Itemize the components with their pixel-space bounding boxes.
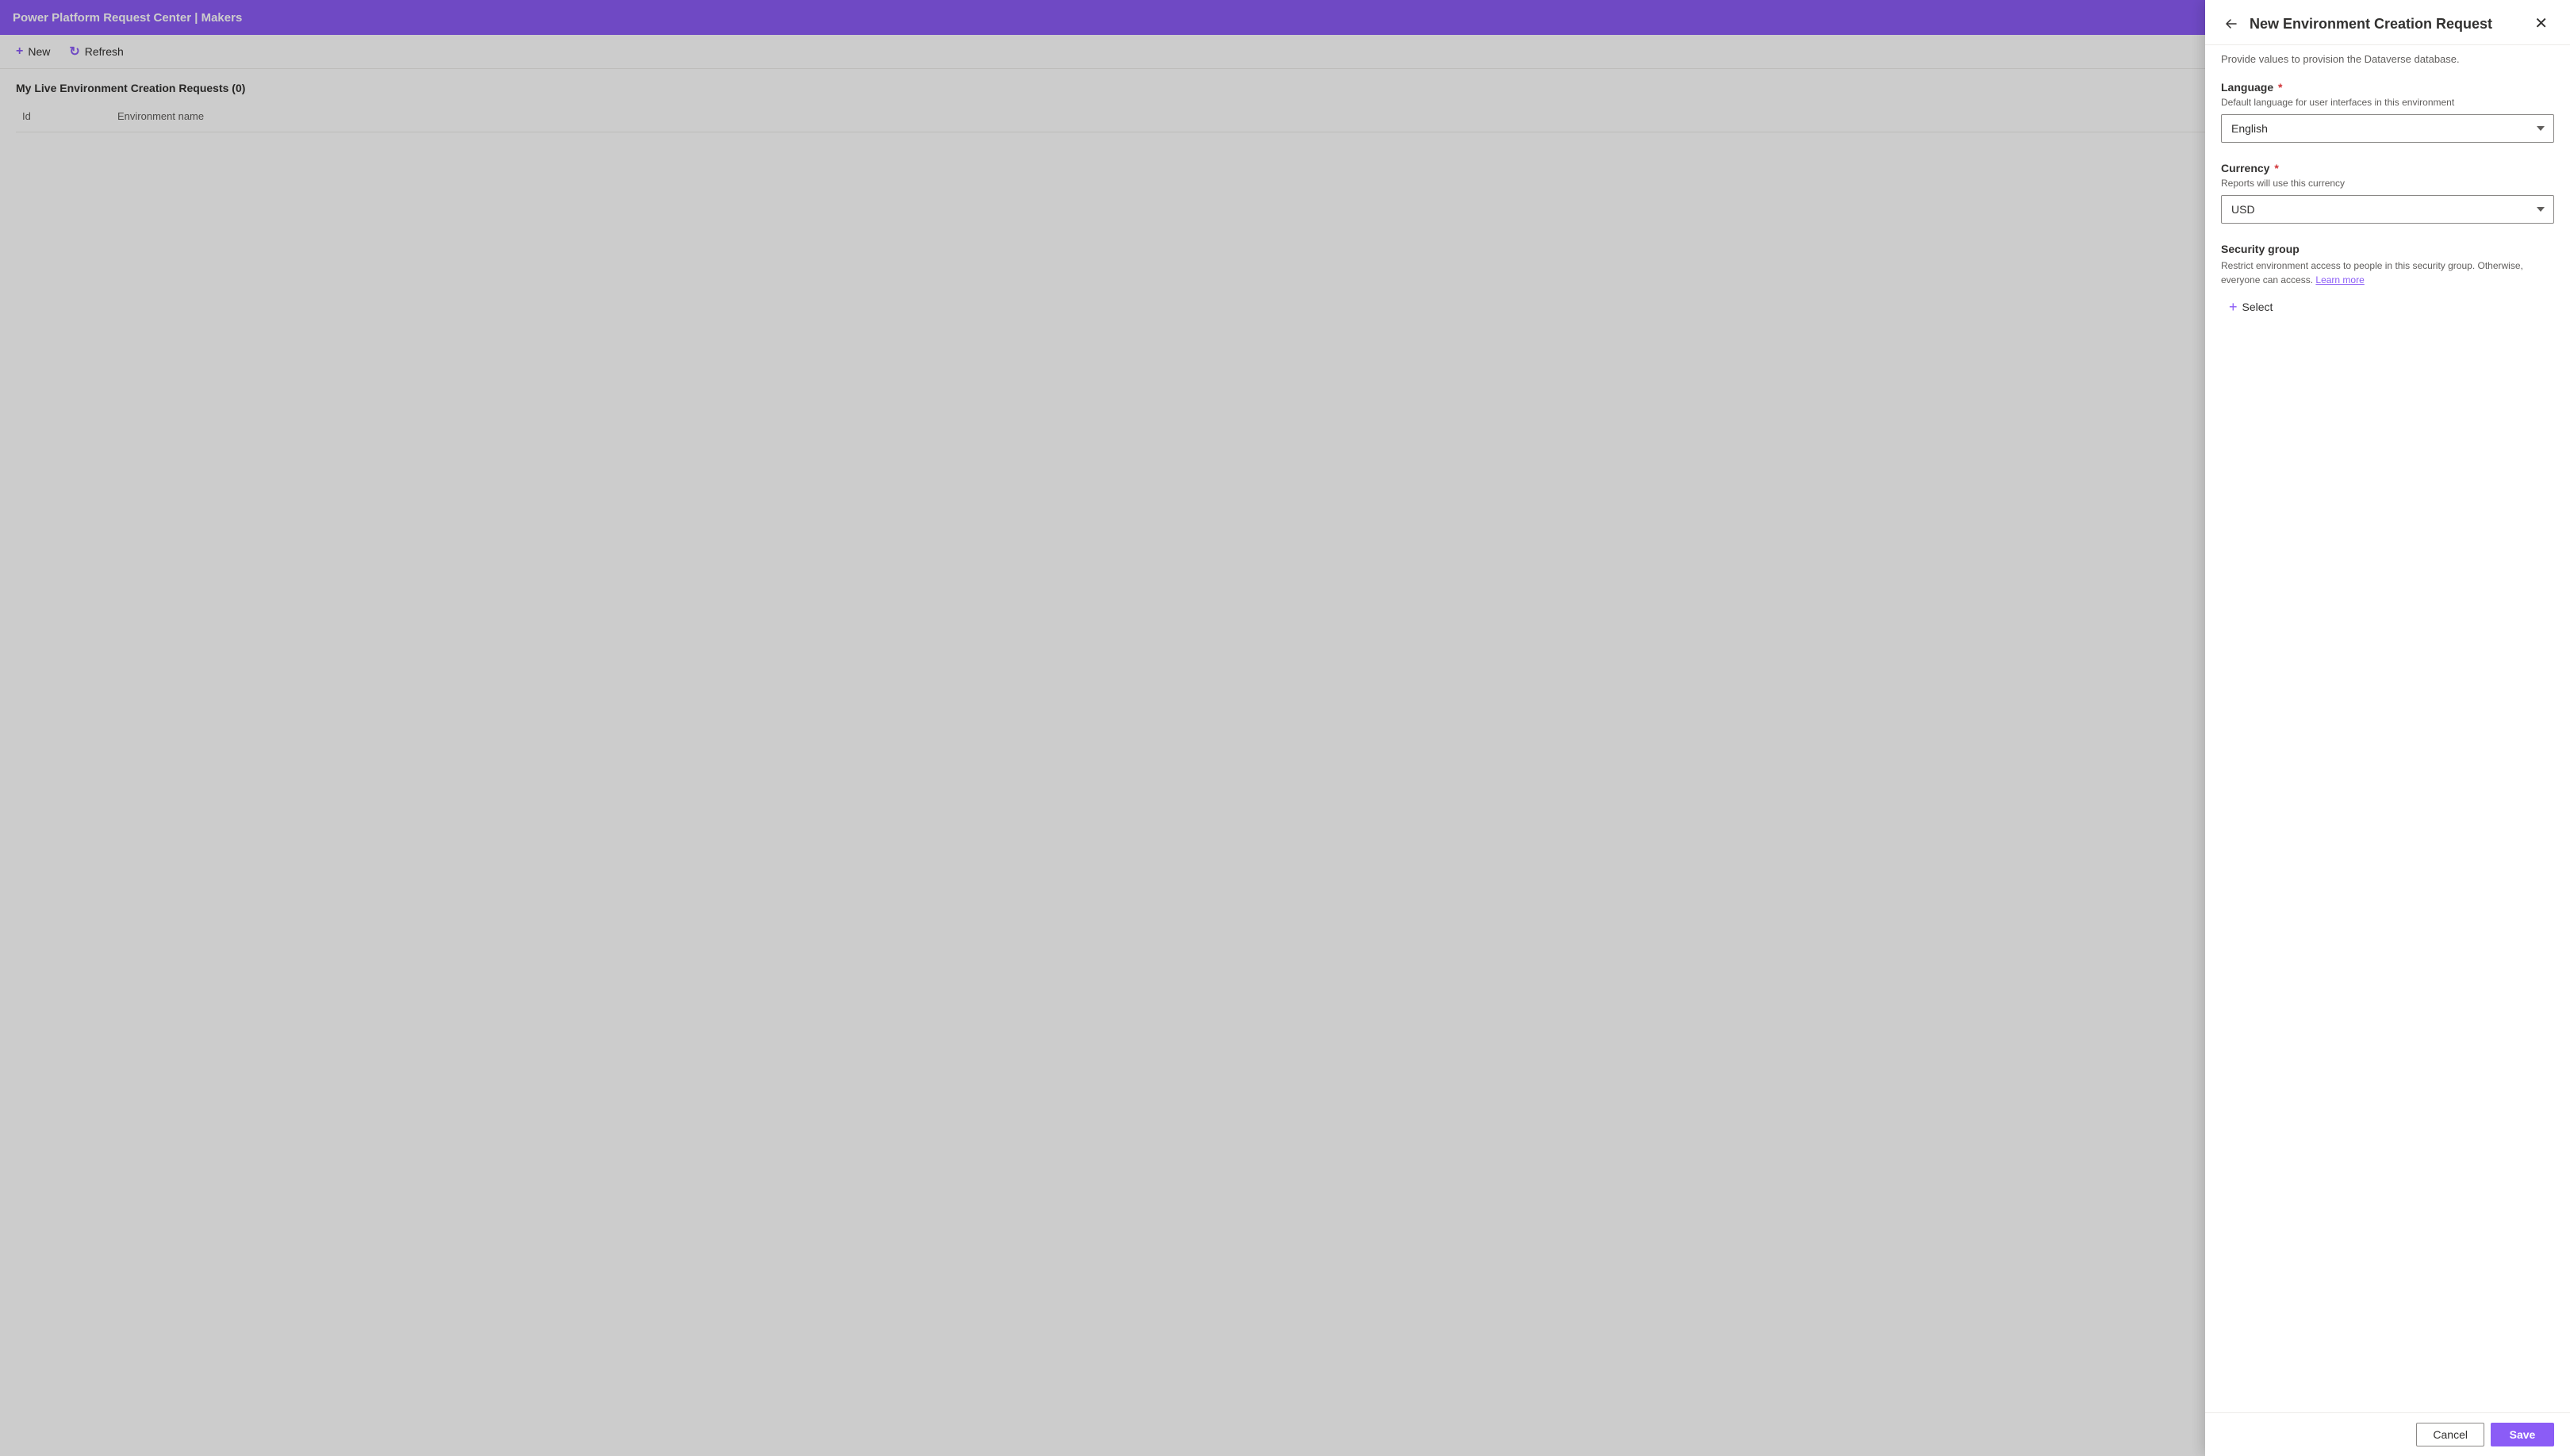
- security-group-select-button[interactable]: + Select: [2221, 295, 2280, 319]
- security-group-description: Restrict environment access to people in…: [2221, 259, 2554, 287]
- currency-select-wrapper: USD EUR GBP JPY CAD: [2221, 195, 2554, 224]
- panel-header-left: New Environment Creation Request: [2221, 13, 2492, 34]
- language-select[interactable]: English French German Spanish Japanese: [2221, 114, 2554, 143]
- panel-header: New Environment Creation Request ✕: [2205, 0, 2570, 45]
- language-label: Language *: [2221, 81, 2554, 94]
- currency-field: Currency * Reports will use this currenc…: [2221, 162, 2554, 224]
- currency-select[interactable]: USD EUR GBP JPY CAD: [2221, 195, 2554, 224]
- security-select-label: Select: [2242, 301, 2273, 313]
- security-group-label: Security group: [2221, 243, 2554, 255]
- panel-back-button[interactable]: [2221, 13, 2242, 34]
- panel-overlay: [0, 0, 2570, 1456]
- panel-body: Language * Default language for user int…: [2205, 65, 2570, 1412]
- currency-description: Reports will use this currency: [2221, 178, 2554, 189]
- language-select-wrapper: English French German Spanish Japanese: [2221, 114, 2554, 143]
- panel-subtitle: Provide values to provision the Datavers…: [2205, 45, 2570, 65]
- security-group-field: Security group Restrict environment acce…: [2221, 243, 2554, 319]
- panel-footer: Cancel Save: [2205, 1412, 2570, 1456]
- panel: New Environment Creation Request ✕ Provi…: [2205, 0, 2570, 1456]
- language-required: *: [2275, 81, 2282, 94]
- save-button[interactable]: Save: [2491, 1423, 2554, 1446]
- panel-title: New Environment Creation Request: [2250, 16, 2492, 33]
- security-plus-icon: +: [2229, 300, 2238, 314]
- currency-required: *: [2271, 162, 2278, 174]
- cancel-button[interactable]: Cancel: [2416, 1423, 2484, 1446]
- language-description: Default language for user interfaces in …: [2221, 97, 2554, 108]
- learn-more-link[interactable]: Learn more: [2315, 274, 2364, 285]
- panel-close-button[interactable]: ✕: [2528, 13, 2554, 35]
- back-arrow-icon: [2224, 17, 2238, 31]
- currency-label: Currency *: [2221, 162, 2554, 174]
- language-field: Language * Default language for user int…: [2221, 81, 2554, 143]
